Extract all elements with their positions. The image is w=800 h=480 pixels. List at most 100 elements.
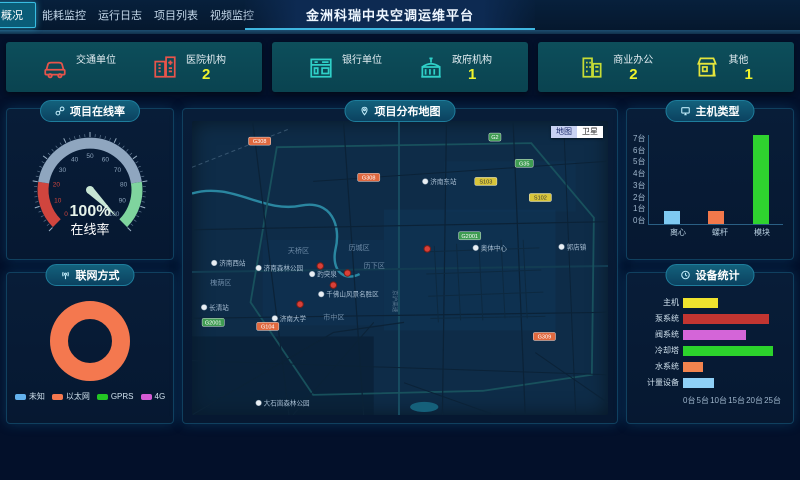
panel-device-stats: 设备统计 主机泵系统阀系统冷却塔水系统计量设备0台5台10台15台20台25台	[626, 272, 794, 424]
table-row: 水系统	[635, 361, 781, 372]
gauge-tick	[128, 228, 132, 232]
axis-tick-label: 10台	[710, 395, 727, 406]
gauge-minor-tick	[142, 202, 145, 203]
stat-value: 2	[202, 66, 226, 84]
gauge-minor-tick	[74, 136, 75, 139]
stat-hospitals: 医院机构 2	[152, 51, 226, 84]
road-badge-label: G308	[253, 139, 267, 145]
satellite-mode-button[interactable]: 卫星	[577, 126, 603, 138]
panel-host-type-header: 主机类型	[666, 100, 755, 122]
project-marker[interactable]	[330, 282, 336, 288]
axis-tick-label: 15台	[728, 395, 745, 406]
tab-run-log[interactable]: 运行日志	[92, 3, 148, 27]
axis-tick-label: 阀系统	[635, 329, 683, 340]
map-road-name: 京沪高速	[391, 290, 399, 313]
tab-energy-monitor[interactable]: 能耗监控	[36, 3, 92, 27]
tab-overview[interactable]: 概况	[0, 2, 36, 28]
project-marker[interactable]	[344, 270, 350, 276]
gauge-minor-tick	[52, 149, 54, 151]
map-poi-dot[interactable]	[309, 271, 315, 277]
car-icon	[42, 54, 68, 80]
project-marker[interactable]	[317, 263, 323, 269]
map-poi-dot[interactable]	[256, 400, 262, 406]
device-stats-x-axis: 0台5台10台15台20台25台	[683, 393, 781, 406]
gauge-minor-tick	[80, 135, 81, 138]
map-mode-button[interactable]: 地图	[551, 126, 577, 138]
legend-item[interactable]: 未知	[15, 391, 45, 402]
gauge-minor-tick	[110, 138, 111, 141]
stat-value: 1	[744, 66, 752, 84]
tab-project-list[interactable]: 项目列表	[148, 3, 204, 27]
gauge-minor-tick	[126, 149, 128, 151]
project-map[interactable]: 京沪高速G308G308S103S102G2G35G2001G2001G104G…	[192, 121, 608, 415]
axis-tick-label: 冷却塔	[635, 345, 683, 356]
map-canvas[interactable]: 京沪高速G308G308S103S102G2G35G2001G2001G104G…	[192, 121, 608, 415]
gauge-minor-tick	[37, 171, 40, 172]
project-marker[interactable]	[424, 246, 430, 252]
axis-tick-label: 泵系统	[635, 313, 683, 324]
table-row: 泵系统	[635, 313, 781, 324]
stat-card-medical-traffic: 交通单位 医院机构 2	[6, 42, 262, 92]
map-district-label: 历下区	[364, 262, 385, 270]
axis-tick-label: 主机	[635, 297, 683, 308]
road-badge-label: G308	[362, 175, 376, 181]
map-poi-dot[interactable]	[318, 291, 324, 297]
gauge-minor-tick	[56, 146, 58, 148]
map-poi-dot[interactable]	[211, 260, 217, 266]
panel-host-type: 主机类型 7台6台5台4台3台2台1台0台 离心螺杆模块	[626, 108, 794, 260]
legend-item[interactable]: GPRS	[97, 391, 134, 402]
road-badge-label: G2001	[205, 320, 222, 326]
gauge-minor-tick	[130, 153, 132, 155]
gauge-minor-tick	[69, 138, 70, 141]
road-badge-label: G2	[491, 135, 498, 141]
donut-segment-ethernet[interactable]	[59, 310, 121, 372]
map-poi-label: 长清站	[209, 303, 229, 312]
panel-title: 联网方式	[76, 267, 120, 283]
panel-network: 联网方式 未知以太网GPRS4G	[6, 272, 174, 424]
map-poi-label: 千佛山风景名胜区	[326, 290, 379, 299]
network-donut-chart	[15, 291, 165, 389]
host-type-y-axis: 7台6台5台4台3台2台1台0台	[633, 135, 648, 225]
panel-map-header: 项目分布地图	[345, 100, 456, 122]
axis-tick-label: 0台	[633, 217, 645, 225]
axis-tick-label: 1台	[633, 205, 645, 213]
bar	[683, 314, 769, 324]
map-poi-dot[interactable]	[559, 244, 565, 250]
map-poi-label: 济南东站	[430, 177, 457, 186]
bar-track	[683, 298, 781, 308]
legend-item[interactable]: 以太网	[52, 391, 90, 402]
road-badge-label: S103	[479, 179, 492, 185]
gauge-minor-tick	[41, 216, 44, 218]
hospital-icon	[152, 54, 178, 80]
stat-card-bank-government: 银行单位 政府机构 1	[272, 42, 528, 92]
table-row: 计量设备	[635, 377, 781, 388]
gauge-minor-tick	[140, 171, 143, 172]
panel-map: 项目分布地图 京沪高速G308G308S103S102G2G35G2001G20…	[182, 108, 618, 424]
map-poi-dot[interactable]	[272, 316, 278, 322]
legend-swatch	[52, 394, 63, 400]
map-layer-controls: 地图 卫星	[551, 126, 603, 138]
left-column: 项目在线率 0102030405060708090100100%在线率 联网方式…	[6, 108, 174, 424]
legend-item[interactable]: 4G	[141, 391, 166, 402]
road-badge-label: G104	[261, 324, 275, 330]
map-district-label: 市中区	[323, 312, 344, 321]
gauge-tick-label: 90	[119, 198, 127, 205]
map-poi-dot[interactable]	[256, 265, 262, 271]
map-poi-dot[interactable]	[473, 245, 479, 251]
stat-traffic-units: 交通单位	[42, 51, 116, 83]
device-stats-chart: 主机泵系统阀系统冷却塔水系统计量设备 0台5台10台15台20台25台	[627, 273, 793, 410]
map-poi-dot[interactable]	[201, 304, 207, 310]
bar	[664, 211, 680, 224]
stat-label: 商业办公	[613, 51, 653, 66]
stat-government: 政府机构 1	[418, 51, 492, 84]
project-marker[interactable]	[297, 301, 303, 307]
panel-device-stats-header: 设备统计	[666, 264, 755, 286]
map-poi-dot[interactable]	[422, 179, 428, 185]
map-poi-label: 济南西站	[219, 258, 246, 267]
axis-tick-label: 水系统	[635, 361, 683, 372]
legend-swatch	[97, 394, 108, 400]
gauge-minor-tick	[118, 143, 120, 146]
host-type-x-axis: 离心螺杆模块	[657, 227, 783, 238]
gauge-tick	[43, 156, 47, 159]
stat-value	[358, 66, 382, 83]
